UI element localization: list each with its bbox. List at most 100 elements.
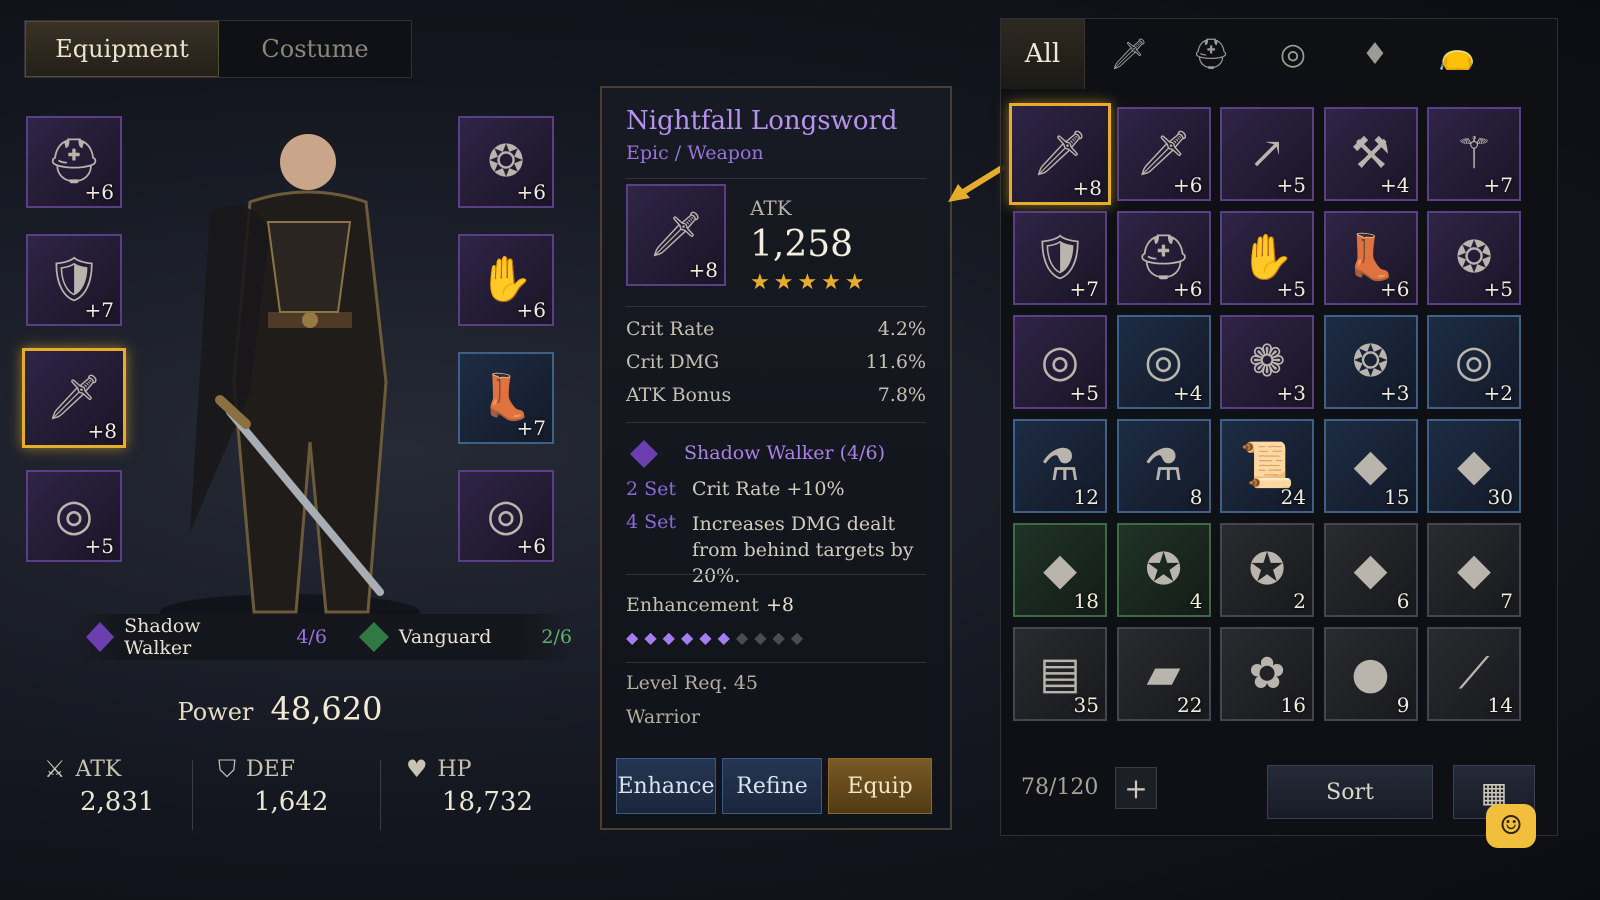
inventory-slot[interactable]: 🗡 +8 [1009,103,1111,205]
set-shadow-walker[interactable]: Shadow Walker 4/6 [86,615,327,659]
equip-slot-left-4[interactable]: ◎ +5 [26,470,122,562]
tab-all[interactable]: All [1001,19,1085,89]
character-model [160,131,420,630]
inventory-slot[interactable]: ◎ +4 [1116,315,1211,409]
sword-filter-icon[interactable]: 🗡 [1087,19,1171,89]
substat-row: Crit DMG 11.6% [626,351,926,373]
stat-label: HP [437,756,472,782]
inventory-slot[interactable]: 🗡 +6 [1116,107,1211,201]
inventory-slot[interactable]: ⚒ +4 [1323,107,1418,201]
inventory-slot[interactable]: ⚗ 8 [1116,419,1211,513]
item-count: 9 [1396,693,1410,717]
crystal-filter-icon[interactable]: ♦ [1333,19,1417,89]
inventory-capacity: 78/120 [1021,775,1099,800]
red-potion-icon: ⚗ [1040,440,1080,491]
item-level: +8 [688,258,718,282]
divider [380,760,381,830]
ring-icon: ◎ [486,490,526,541]
enhancement-pip-filled: ◆ [626,628,639,647]
item-count: +5 [1483,277,1513,301]
purple-crystal-icon: ◆ [1353,440,1388,491]
helmet-filter-icon[interactable]: ⛑ [1169,19,1253,89]
expand-inventory-button[interactable]: + [1115,767,1157,809]
inventory-slot[interactable]: ◎ +2 [1427,315,1521,409]
inventory-slot[interactable]: ↗ +5 [1220,107,1314,201]
inventory-slot[interactable]: ● 9 [1323,627,1418,721]
enhancement-pip-empty: ◆ [790,628,804,647]
tab-costume[interactable]: Costume [219,21,411,77]
equip-slot-left-1[interactable]: ⛑ +6 [26,116,122,208]
inventory-slot[interactable]: ◆ 15 [1323,419,1418,513]
inventory-slot[interactable]: 🛡 +7 [1013,211,1107,305]
slot-level: +5 [84,534,114,558]
inventory-slot[interactable]: 📜 24 [1220,419,1314,513]
sword-icon: 🗡 [1135,128,1192,179]
substat-value: 4.2% [877,318,926,340]
inventory-slot[interactable]: ⛑ +6 [1116,211,1211,305]
inventory-slot[interactable]: ⟋ 14 [1427,627,1521,721]
equip-slot-right-2[interactable]: ✋ +6 [458,234,554,326]
inventory-slot[interactable]: ❂ +5 [1427,211,1521,305]
inventory-slot[interactable]: ❁ +3 [1220,315,1314,409]
sword-icon: 🗡 [46,372,102,423]
equip-slot-right-1[interactable]: ❂ +6 [458,116,554,208]
equip-slot-right-4[interactable]: ◎ +6 [458,470,554,562]
equip-slot-left-2[interactable]: 🛡 +7 [26,234,122,326]
set-tier: 4 Set [626,511,677,533]
chat-assistant-icon[interactable]: ☺ [1486,804,1536,848]
slot-level: +8 [87,419,117,443]
armor-icon: 🛡 [46,254,102,305]
set-name: Shadow Walker [124,615,201,659]
enhance-button[interactable]: Enhance [616,758,716,814]
item-count: 12 [1073,485,1099,509]
sort-button[interactable]: Sort [1267,765,1433,819]
inventory-slot[interactable]: ◆ 6 [1323,523,1418,617]
inventory-slot[interactable]: ◆ 7 [1427,523,1521,617]
slot-level: +6 [516,298,546,322]
slot-level: +7 [84,298,114,322]
item-count: 15 [1384,485,1410,509]
refine-button[interactable]: Refine [722,758,822,814]
slot-level: +7 [516,416,546,440]
inventory-slot[interactable]: ✋ +5 [1220,211,1314,305]
level-requirement: Level Req. 45 [626,672,758,694]
inventory-slot[interactable]: ✪ 4 [1116,523,1211,617]
item-count: +6 [1173,173,1203,197]
inventory-slot[interactable]: ❂ +3 [1323,315,1418,409]
inventory-slot[interactable]: ▤ 35 [1013,627,1107,721]
stat-def: ⛉ DEF 1,642 [218,755,328,817]
enhancement-pip-filled: ◆ [680,628,694,647]
inventory-slot[interactable]: ✪ 2 [1220,523,1314,617]
equip-slot-right-3[interactable]: 👢 +7 [458,352,554,444]
equip-button[interactable]: Equip [828,758,932,814]
inventory-slot[interactable]: ⚗ 12 [1013,419,1107,513]
inventory-slot[interactable]: ▰ 22 [1116,627,1211,721]
inventory-slot[interactable]: ⚚ +7 [1427,107,1521,201]
divider [626,574,926,575]
substat-row: Crit Rate 4.2% [626,318,926,340]
necklace-icon: ❂ [1352,336,1389,387]
dragon-ring-icon: ❁ [1248,336,1286,387]
set-vanguard[interactable]: Vanguard 2/6 [358,622,572,652]
stat-value: 1,642 [254,787,329,817]
divider [192,760,193,830]
bag-filter-icon[interactable]: 👝 [1415,19,1499,89]
inventory-slot[interactable]: ◎ +5 [1013,315,1107,409]
shadow-walker-set-icon [630,440,658,468]
main-stat-label: ATK [750,196,792,220]
equip-slot-left-3[interactable]: 🗡 +8 [22,348,126,448]
inventory-slot[interactable]: ◆ 18 [1013,523,1107,617]
inventory-slot[interactable]: ◆ 30 [1427,419,1521,513]
power-label: Power [177,698,254,726]
slot-level: +6 [516,534,546,558]
ring-filter-icon[interactable]: ◎ [1251,19,1335,89]
tab-equipment[interactable]: Equipment [25,21,219,77]
inventory-slot[interactable]: 👢 +6 [1323,211,1418,305]
power-value: 48,620 [270,690,383,728]
inventory-slot[interactable]: ✿ 16 [1220,627,1314,721]
spear-icon: ↗ [1248,128,1286,179]
substat-label: Crit Rate [626,318,715,340]
sword-icon: 🗡 [1032,128,1088,179]
heart-stat-icon: ♥ [406,755,428,783]
vanguard-set-icon [358,622,389,652]
